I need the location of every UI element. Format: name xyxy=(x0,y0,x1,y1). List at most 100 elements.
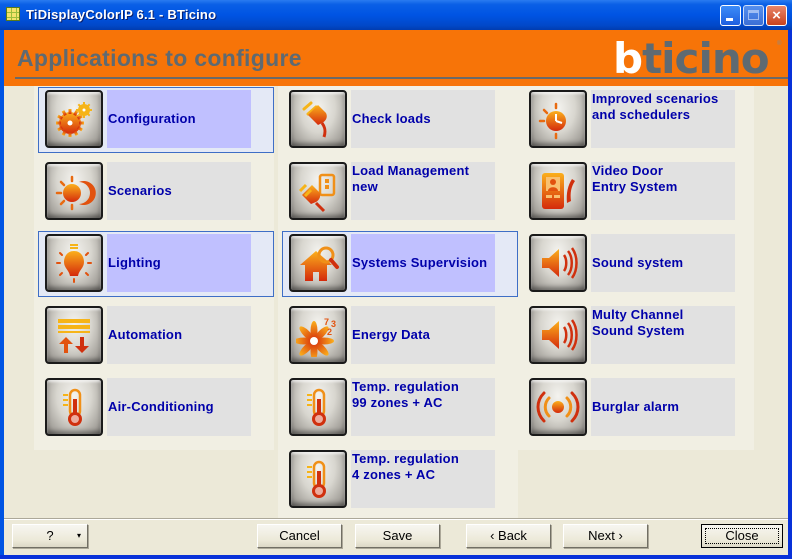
video-door-entry-label-box[interactable]: Video Door Entry System xyxy=(591,162,735,220)
app-label: Lighting xyxy=(108,255,161,271)
app-tile-load-management-new[interactable]: Load Management new xyxy=(282,159,518,225)
app-label: Check loads xyxy=(352,111,431,127)
close-button[interactable]: Close xyxy=(701,524,783,548)
app-label: Temp. regulation 4 zones + AC xyxy=(352,451,459,483)
app-tile-sound-system[interactable]: Sound system xyxy=(522,231,758,297)
app-label-line: Scenarios xyxy=(108,183,172,198)
sun-clock-icon xyxy=(538,102,576,140)
save-button[interactable]: Save xyxy=(355,524,440,548)
next-button[interactable]: Next › xyxy=(563,524,648,548)
load-management-new-icon-button[interactable] xyxy=(289,162,347,220)
thermometer-icon xyxy=(307,388,326,426)
app-label: Automation xyxy=(108,327,182,343)
sound-system-label-box[interactable]: Sound system xyxy=(591,234,735,292)
app-tile-air-conditioning[interactable]: Air-Conditioning xyxy=(38,375,274,441)
thermometer-icon xyxy=(307,460,326,498)
app-tile-check-loads[interactable]: Check loads xyxy=(282,87,518,153)
burglar-alarm-icon-button[interactable] xyxy=(529,378,587,436)
systems-supervision-icon-button[interactable] xyxy=(289,234,347,292)
app-tile-scenarios[interactable]: Scenarios xyxy=(38,159,274,225)
lighting-label-box[interactable]: Lighting xyxy=(107,234,251,292)
multy-channel-sound-label-box[interactable]: Multy Channel Sound System xyxy=(591,306,735,364)
maximize-button[interactable] xyxy=(743,5,764,26)
temp-regulation-4-icon-button[interactable] xyxy=(289,450,347,508)
app-tile-systems-supervision[interactable]: Systems Supervision xyxy=(282,231,518,297)
cancel-button[interactable]: Cancel xyxy=(257,524,342,548)
app-icon xyxy=(6,7,20,21)
app-tile-multy-channel-sound[interactable]: Multy Channel Sound System xyxy=(522,303,758,369)
close-label: Close xyxy=(725,528,759,543)
plug-socket-icon xyxy=(298,173,336,213)
speaker-icon xyxy=(542,319,578,351)
app-label-line: Configuration xyxy=(108,111,196,126)
close-icon: × xyxy=(772,7,781,24)
app-label: Sound system xyxy=(592,255,683,271)
back-button[interactable]: ‹ Back xyxy=(466,524,551,548)
app-tile-improved-scenarios[interactable]: Improved scenarios and schedulers xyxy=(522,87,758,153)
app-label-line: Sound System xyxy=(592,323,685,338)
app-tile-burglar-alarm[interactable]: Burglar alarm xyxy=(522,375,758,441)
app-label-line: Check loads xyxy=(352,111,431,126)
app-tile-configuration[interactable]: Configuration xyxy=(38,87,274,153)
app-label: Improved scenarios and schedulers xyxy=(592,91,718,123)
svg-text:2: 2 xyxy=(327,327,332,337)
logo-b: b xyxy=(613,34,643,83)
plug-icon xyxy=(302,101,327,138)
help-dropdown-button[interactable]: ? ▾ xyxy=(12,524,88,548)
air-conditioning-icon-button[interactable] xyxy=(45,378,103,436)
gears-icon xyxy=(56,102,92,137)
app-tile-temp-regulation-4[interactable]: Temp. regulation 4 zones + AC xyxy=(282,447,518,513)
video-intercom-icon xyxy=(542,173,575,209)
house-magnifier-icon xyxy=(300,246,339,281)
check-loads-icon-button[interactable] xyxy=(289,90,347,148)
title-bar[interactable]: TiDisplayColorIP 6.1 - BTicino × xyxy=(0,0,792,30)
multy-channel-sound-icon-button[interactable] xyxy=(529,306,587,364)
scenarios-label-box[interactable]: Scenarios xyxy=(107,162,251,220)
app-tile-video-door-entry[interactable]: Video Door Entry System xyxy=(522,159,758,225)
app-label: Burglar alarm xyxy=(592,399,679,415)
close-window-button[interactable]: × xyxy=(766,5,787,26)
app-label: Multy Channel Sound System xyxy=(592,307,685,339)
automation-label-box[interactable]: Automation xyxy=(107,306,251,364)
header-divider xyxy=(15,77,788,79)
improved-scenarios-label-box[interactable]: Improved scenarios and schedulers xyxy=(591,90,735,148)
check-loads-label-box[interactable]: Check loads xyxy=(351,90,495,148)
app-label: Configuration xyxy=(108,111,196,127)
app-tile-energy-data[interactable]: 7 3 2 Energy Data xyxy=(282,303,518,369)
app-label-line: Lighting xyxy=(108,255,161,270)
app-label: Air-Conditioning xyxy=(108,399,214,415)
systems-supervision-label-box[interactable]: Systems Supervision xyxy=(351,234,495,292)
window-title: TiDisplayColorIP 6.1 - BTicino xyxy=(26,7,217,22)
energy-data-label-box[interactable]: Energy Data xyxy=(351,306,495,364)
lighting-icon-button[interactable] xyxy=(45,234,103,292)
app-tile-temp-regulation-99[interactable]: Temp. regulation 99 zones + AC xyxy=(282,375,518,441)
configuration-label-box[interactable]: Configuration xyxy=(107,90,251,148)
applications-grid: Configuration Scenarios Lighting Automation… xyxy=(4,86,788,518)
minimize-button[interactable] xyxy=(720,5,741,26)
app-label-line: Systems Supervision xyxy=(352,255,488,270)
app-label-line: Burglar alarm xyxy=(592,399,680,414)
scenarios-icon-button[interactable] xyxy=(45,162,103,220)
app-label-line: Load Management xyxy=(352,163,470,178)
temp-regulation-99-label-box[interactable]: Temp. regulation 99 zones + AC xyxy=(351,378,495,436)
help-label: ? xyxy=(46,528,54,543)
configuration-icon-button[interactable] xyxy=(45,90,103,148)
video-door-entry-icon-button[interactable] xyxy=(529,162,587,220)
app-label-line: Improved scenarios xyxy=(592,91,719,106)
alarm-icon xyxy=(536,391,580,423)
air-conditioning-label-box[interactable]: Air-Conditioning xyxy=(107,378,251,436)
energy-data-icon-button[interactable]: 732 xyxy=(289,306,347,364)
app-tile-lighting[interactable]: Lighting xyxy=(38,231,274,297)
load-management-new-label-box[interactable]: Load Management new xyxy=(351,162,495,220)
improved-scenarios-icon-button[interactable] xyxy=(529,90,587,148)
shutter-arrows-icon xyxy=(58,319,90,353)
automation-icon-button[interactable] xyxy=(45,306,103,364)
temp-regulation-4-label-box[interactable]: Temp. regulation 4 zones + AC xyxy=(351,450,495,508)
app-tile-automation[interactable]: Automation xyxy=(38,303,274,369)
app-label-line: 4 zones + AC xyxy=(352,467,436,482)
burglar-alarm-label-box[interactable]: Burglar alarm xyxy=(591,378,735,436)
app-label: Systems Supervision xyxy=(352,255,487,271)
bticino-logo: bticino xyxy=(613,34,770,83)
temp-regulation-99-icon-button[interactable] xyxy=(289,378,347,436)
sound-system-icon-button[interactable] xyxy=(529,234,587,292)
